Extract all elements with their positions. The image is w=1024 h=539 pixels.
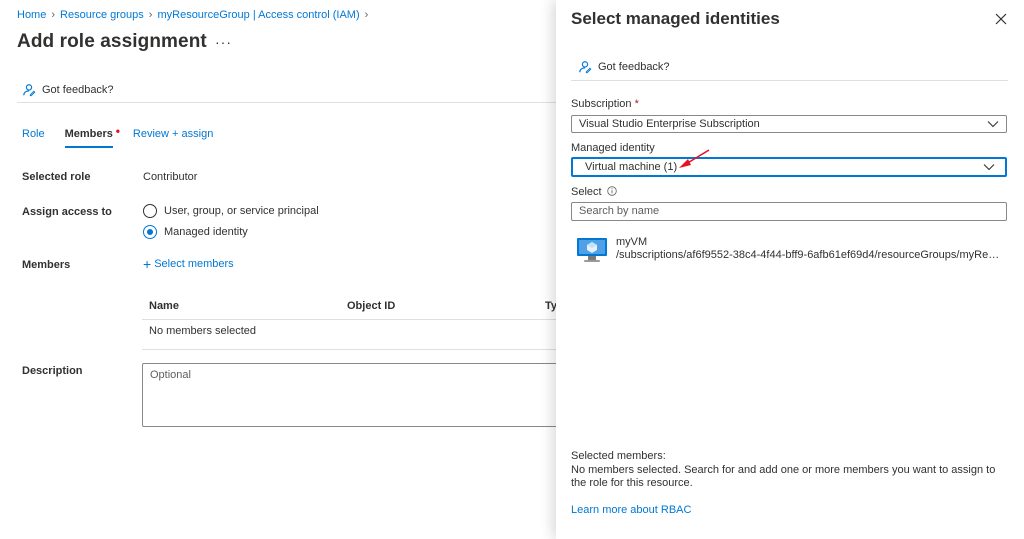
tab-members[interactable]: Members •	[64, 124, 120, 148]
chevron-right-icon: ›	[148, 9, 153, 21]
assign-access-label: Assign access to	[22, 206, 112, 218]
select-managed-identities-panel: Select managed identities Got feedback? …	[556, 0, 1024, 539]
chevron-right-icon: ›	[364, 9, 369, 21]
list-item[interactable]: myVM /subscriptions/af6f9552-38c4-4f44-b…	[576, 236, 1001, 264]
column-header-name: Name	[149, 300, 179, 312]
select-label: Select	[571, 186, 617, 198]
more-options-button[interactable]: ···	[215, 34, 232, 50]
virtual-machine-icon	[577, 238, 607, 262]
table-divider	[142, 319, 560, 320]
managed-identity-dropdown[interactable]: Virtual machine (1)	[571, 157, 1007, 177]
plus-icon: +	[143, 255, 152, 272]
selected-members-section: Selected members: No members selected. S…	[571, 450, 1001, 491]
close-icon[interactable]	[994, 12, 1008, 26]
info-icon[interactable]	[606, 186, 617, 196]
members-label: Members	[22, 259, 71, 271]
feedback-icon	[23, 84, 36, 97]
divider	[571, 80, 1008, 81]
radio-button-checked[interactable]	[143, 225, 157, 239]
chevron-down-icon	[983, 164, 995, 171]
select-label-text: Select	[571, 186, 602, 198]
radio-managed-identity[interactable]: Managed identity	[143, 225, 248, 239]
panel-feedback-button[interactable]: Got feedback?	[578, 60, 670, 74]
feedback-button[interactable]: Got feedback?	[22, 83, 114, 97]
tab-members-label: Members	[64, 128, 113, 140]
chevron-down-icon	[987, 121, 999, 128]
search-input[interactable]: Search by name	[571, 202, 1007, 221]
divider	[17, 102, 557, 103]
feedback-label: Got feedback?	[598, 61, 670, 73]
subscription-label: Subscription *	[571, 98, 639, 110]
required-dot: •	[115, 124, 120, 138]
feedback-icon	[579, 61, 592, 74]
managed-identity-value: Virtual machine (1)	[585, 161, 678, 173]
table-divider	[142, 349, 560, 350]
description-label: Description	[22, 365, 83, 377]
selected-role-value: Contributor	[143, 171, 198, 183]
breadcrumb-iam[interactable]: myResourceGroup | Access control (IAM)	[157, 9, 359, 21]
select-members-link[interactable]: + Select members	[143, 255, 234, 272]
no-members-text: No members selected	[149, 325, 256, 337]
description-textarea[interactable]: Optional	[142, 363, 562, 427]
managed-identity-label: Managed identity	[571, 142, 655, 154]
tab-review-assign[interactable]: Review + assign	[133, 128, 213, 148]
vm-resource-path: /subscriptions/af6f9552-38c4-4f44-bff9-6…	[616, 249, 1001, 261]
feedback-label: Got feedback?	[42, 84, 114, 96]
radio-user-group-sp[interactable]: User, group, or service principal	[143, 204, 319, 218]
subscription-dropdown[interactable]: Visual Studio Enterprise Subscription	[571, 115, 1007, 133]
panel-title: Select managed identities	[571, 9, 780, 28]
select-members-label: Select members	[154, 258, 234, 270]
radio-label: User, group, or service principal	[164, 205, 319, 217]
subscription-label-text: Subscription	[571, 98, 632, 110]
learn-more-rbac-link[interactable]: Learn more about RBAC	[571, 504, 691, 516]
breadcrumb-resource-groups[interactable]: Resource groups	[60, 9, 144, 21]
vm-text: myVM /subscriptions/af6f9552-38c4-4f44-b…	[616, 236, 1001, 262]
chevron-right-icon: ›	[51, 9, 56, 21]
page-title: Add role assignment	[17, 31, 207, 52]
subscription-value: Visual Studio Enterprise Subscription	[579, 118, 760, 130]
vm-name: myVM	[616, 236, 648, 248]
column-header-object-id: Object ID	[347, 300, 396, 312]
selected-members-heading: Selected members:	[571, 450, 666, 462]
radio-label: Managed identity	[164, 226, 248, 238]
tab-role[interactable]: Role	[22, 128, 45, 148]
selected-members-text: No members selected. Search for and add …	[571, 463, 996, 490]
breadcrumb: Home › Resource groups › myResourceGroup | A…	[17, 9, 373, 21]
selected-role-label: Selected role	[22, 171, 91, 183]
annotation-arrow-icon	[679, 149, 710, 168]
tab-bar: Role Members • Review + assign	[22, 124, 233, 148]
add-role-assignment-page: Home › Resource groups › myResourceGroup | A…	[0, 0, 562, 539]
required-star: *	[634, 98, 639, 110]
breadcrumb-home[interactable]: Home	[17, 9, 46, 21]
radio-button[interactable]	[143, 204, 157, 218]
